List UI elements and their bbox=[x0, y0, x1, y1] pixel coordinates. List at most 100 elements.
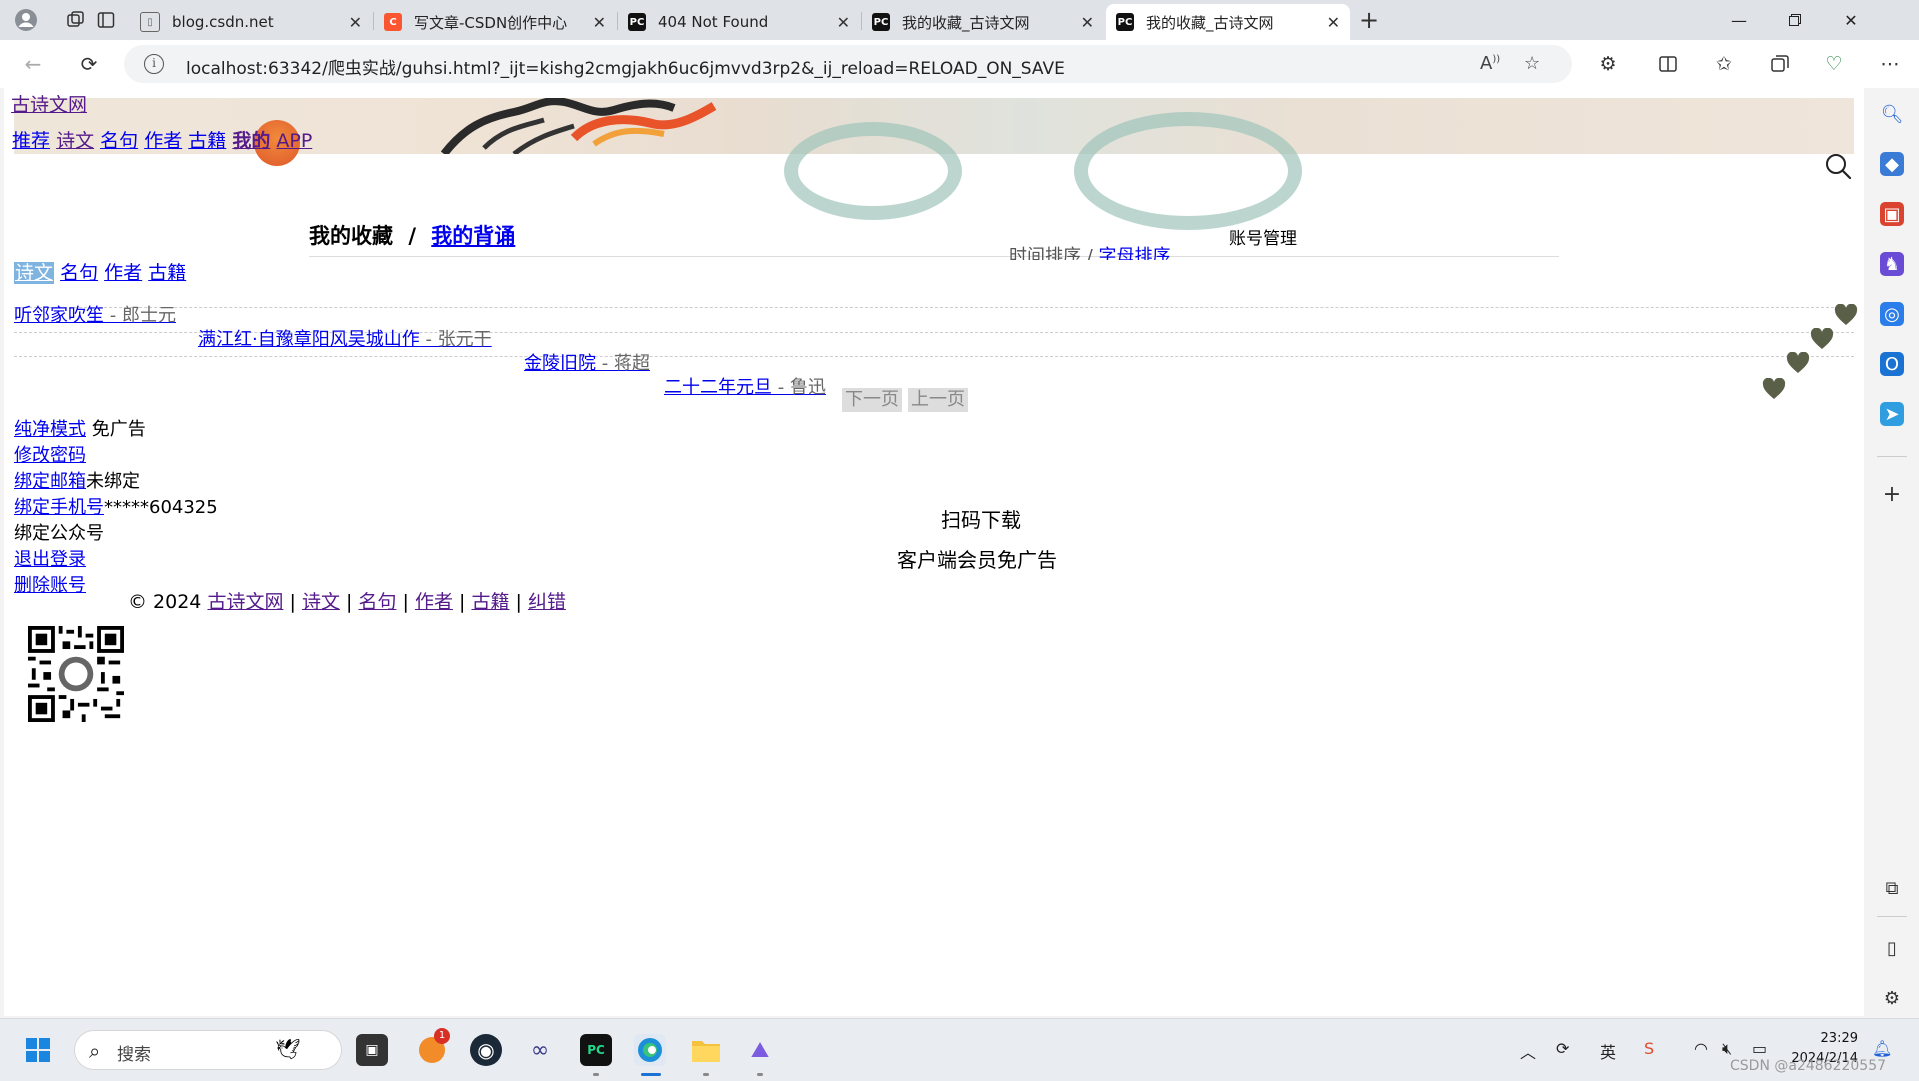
list-item[interactable]: 满江红·自豫章阳风吴城山作 - 张元干 bbox=[198, 325, 492, 351]
task-view-icon[interactable]: ▣ bbox=[356, 1034, 388, 1066]
delete-account-link[interactable]: 删除账号 bbox=[14, 575, 86, 596]
collections-icon[interactable] bbox=[1766, 50, 1794, 78]
minimize-window-button[interactable]: — bbox=[1716, 4, 1762, 36]
address-bar[interactable]: i localhost:63342/爬虫实战/guhsi.html?_ijt=k… bbox=[124, 45, 1572, 83]
extensions-icon[interactable]: ⚙ bbox=[1594, 50, 1622, 78]
footer-link-authors[interactable]: 作者 bbox=[415, 591, 453, 613]
split-screen-icon[interactable] bbox=[1654, 50, 1682, 78]
poem-link[interactable]: 满江红·自豫章阳风吴城山作 - 张元干 bbox=[198, 329, 492, 350]
tab-favorites-1[interactable]: PC 我的收藏_古诗文网 ✕ bbox=[862, 4, 1104, 40]
back-button[interactable]: ← bbox=[18, 49, 48, 79]
list-item[interactable]: 金陵旧院 - 蒋超 bbox=[524, 349, 650, 375]
heart-icon[interactable] bbox=[1834, 304, 1858, 326]
heart-icon[interactable] bbox=[1786, 352, 1810, 374]
tab-favorites-active[interactable]: PC 我的收藏_古诗文网 ✕ bbox=[1106, 4, 1350, 40]
site-logo-link[interactable]: 古诗文网 bbox=[11, 90, 87, 117]
sidebar-shopping-icon[interactable]: ◆ bbox=[1880, 152, 1904, 176]
sidebar-search-icon[interactable]: 🔍︎ bbox=[1880, 102, 1904, 126]
infinity-app-icon[interactable]: ∞ bbox=[524, 1034, 556, 1066]
sidebar-microsoft365-icon[interactable]: ◎ bbox=[1880, 302, 1904, 326]
volume-muted-icon[interactable]: 🔇︎ bbox=[1722, 1039, 1732, 1059]
weather-app-icon[interactable]: 1 bbox=[416, 1028, 450, 1066]
tab-404[interactable]: PC 404 Not Found ✕ bbox=[618, 4, 860, 40]
nav-app[interactable]: APP bbox=[276, 130, 312, 152]
close-icon[interactable]: ✕ bbox=[593, 13, 606, 32]
close-icon[interactable]: ✕ bbox=[1081, 13, 1094, 32]
pycharm-icon[interactable]: PC bbox=[580, 1034, 612, 1066]
steam-icon[interactable]: ◉ bbox=[470, 1034, 502, 1066]
filter-classics[interactable]: 古籍 bbox=[148, 262, 186, 284]
profile-icon[interactable] bbox=[12, 6, 40, 34]
next-page-button[interactable]: 下一页 bbox=[842, 388, 902, 412]
nav-recommend[interactable]: 推荐 bbox=[12, 130, 50, 152]
sort-time[interactable]: 时间排序 bbox=[1009, 246, 1081, 260]
close-icon[interactable]: ✕ bbox=[1327, 13, 1340, 32]
sort-alpha[interactable]: 字母排序 bbox=[1099, 246, 1171, 260]
nav-poems[interactable]: 诗文 bbox=[56, 130, 94, 152]
sync-icon[interactable]: ⟳ bbox=[1556, 1039, 1569, 1058]
footer-link-errata[interactable]: 纠错 bbox=[528, 591, 566, 613]
poem-link[interactable]: 二十二年元旦 - 鲁迅 bbox=[664, 377, 826, 398]
file-explorer-icon[interactable] bbox=[690, 1034, 722, 1066]
poem-link[interactable]: 听邻家吹笙 - 郎士元 bbox=[14, 305, 176, 326]
change-password-link[interactable]: 修改密码 bbox=[14, 445, 86, 466]
list-item[interactable]: 听邻家吹笙 - 郎士元 bbox=[14, 301, 176, 327]
info-icon[interactable]: i bbox=[144, 54, 164, 74]
sidebar-outlook-icon[interactable]: O bbox=[1880, 352, 1904, 376]
poem-link[interactable]: 金陵旧院 - 蒋超 bbox=[524, 353, 650, 374]
new-tab-button[interactable]: + bbox=[1355, 6, 1383, 34]
url-text[interactable]: localhost:63342/爬虫实战/guhsi.html?_ijt=kis… bbox=[186, 54, 1065, 79]
logout-link[interactable]: 退出登录 bbox=[14, 549, 86, 570]
nav-authors[interactable]: 作者 bbox=[144, 130, 182, 152]
battery-icon[interactable]: ▭ bbox=[1752, 1039, 1767, 1058]
heart-icon[interactable] bbox=[1762, 378, 1786, 400]
sidebar-collapse-icon[interactable]: ▯ bbox=[1880, 936, 1904, 960]
sidebar-games-icon[interactable]: ♞ bbox=[1880, 252, 1904, 276]
favorites-icon[interactable]: ✩ bbox=[1710, 50, 1738, 78]
nav-classics[interactable]: 古籍 bbox=[188, 130, 226, 152]
heart-icon[interactable] bbox=[1810, 328, 1834, 350]
sidebar-send-icon[interactable]: ➤ bbox=[1880, 402, 1904, 426]
footer-link-poems[interactable]: 诗文 bbox=[302, 591, 340, 613]
sidebar-add-icon[interactable]: + bbox=[1880, 482, 1904, 507]
settings-more-icon[interactable]: ⋯ bbox=[1876, 50, 1904, 78]
prev-page-button[interactable]: 上一页 bbox=[908, 388, 968, 412]
recite-link[interactable]: 我的背诵 bbox=[431, 224, 515, 248]
favorite-star-icon[interactable]: ☆ bbox=[1524, 53, 1540, 74]
list-item[interactable]: 二十二年元旦 - 鲁迅 bbox=[664, 373, 826, 399]
browser-essentials-icon[interactable]: ♡ bbox=[1820, 50, 1848, 78]
workspaces-icon[interactable] bbox=[62, 6, 90, 34]
photos-app-icon[interactable]: ⛰ bbox=[744, 1034, 776, 1066]
sogou-input-icon[interactable]: S bbox=[1644, 1039, 1654, 1058]
windows-start-icon[interactable] bbox=[22, 1034, 54, 1066]
sidebar-screenshot-icon[interactable]: ⧉ bbox=[1880, 876, 1904, 900]
nav-mine[interactable]: 我的 bbox=[232, 130, 270, 152]
refresh-button[interactable]: ⟳ bbox=[74, 49, 104, 79]
bind-phone-link[interactable]: 绑定手机号 bbox=[14, 497, 104, 518]
notification-bell-icon[interactable]: 🔔︎ bbox=[1872, 1039, 1892, 1058]
nav-quotes[interactable]: 名句 bbox=[100, 130, 138, 152]
read-aloud-icon[interactable]: A)) bbox=[1480, 53, 1500, 74]
close-icon[interactable]: ✕ bbox=[349, 13, 362, 32]
tab-blog-csdn[interactable]: ▯ blog.csdn.net ✕ bbox=[130, 4, 372, 40]
close-icon[interactable]: ✕ bbox=[837, 13, 850, 32]
wifi-icon[interactable]: ◠ bbox=[1694, 1039, 1708, 1058]
footer-link-home[interactable]: 古诗文网 bbox=[207, 591, 283, 613]
footer-link-classics[interactable]: 古籍 bbox=[471, 591, 509, 613]
tray-overflow-icon[interactable]: ︿ bbox=[1520, 1039, 1536, 1063]
search-icon[interactable] bbox=[1824, 152, 1852, 180]
pure-mode-link[interactable]: 纯净模式 bbox=[14, 419, 86, 440]
filter-quotes[interactable]: 名句 bbox=[60, 262, 98, 284]
bind-email-link[interactable]: 绑定邮箱 bbox=[14, 471, 86, 492]
filter-poems[interactable]: 诗文 bbox=[14, 262, 55, 284]
restore-window-button[interactable] bbox=[1772, 4, 1818, 36]
taskbar-search[interactable]: ⌕ 搜索 🕊︎ bbox=[74, 1030, 342, 1070]
ime-indicator[interactable]: 英 bbox=[1600, 1039, 1616, 1063]
footer-link-quotes[interactable]: 名句 bbox=[358, 591, 396, 613]
edge-browser-icon[interactable] bbox=[634, 1034, 666, 1066]
sidebar-tools-icon[interactable]: ▣ bbox=[1880, 202, 1904, 226]
filter-authors[interactable]: 作者 bbox=[104, 262, 142, 284]
tab-csdn-editor[interactable]: C 写文章-CSDN创作中心 ✕ bbox=[374, 4, 616, 40]
sidebar-settings-icon[interactable]: ⚙ bbox=[1880, 986, 1904, 1010]
close-window-button[interactable]: ✕ bbox=[1828, 4, 1874, 36]
